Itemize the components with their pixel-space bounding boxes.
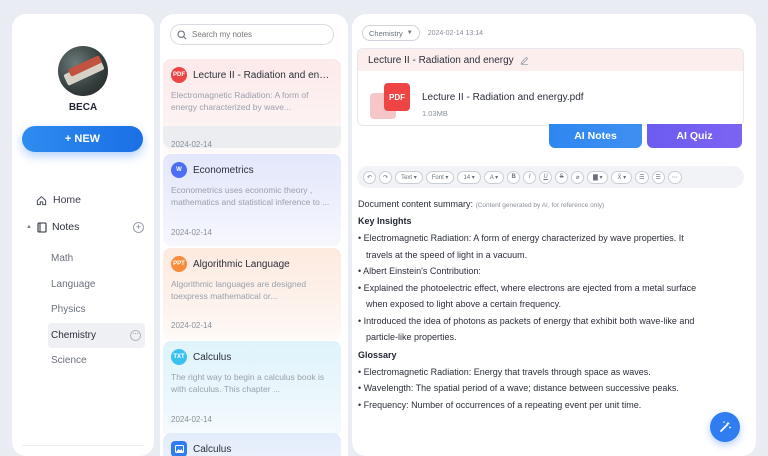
eraser-button[interactable]: ⌀	[571, 170, 585, 184]
chevron-down-icon: ▼	[406, 30, 413, 36]
note-card[interactable]: Calculus	[163, 433, 341, 456]
file-size: 1.03MB	[422, 109, 448, 118]
subject-math[interactable]: Math	[48, 246, 145, 272]
subject-language[interactable]: Language	[48, 272, 145, 298]
detail-topbar: Chemistry ▼ 2024-02-14 13:14	[362, 25, 483, 41]
document-card: Lecture II - Radiation and energy PDF Le…	[357, 48, 744, 126]
avatar[interactable]	[58, 46, 108, 96]
home-icon	[36, 195, 47, 205]
text-color-dropdown[interactable]: A ▾	[483, 170, 505, 184]
notebook-icon	[37, 221, 47, 233]
glossary-line: • Frequency: Number of occurrences of a …	[358, 399, 642, 410]
more-options-icon[interactable]: ⋯	[130, 329, 141, 341]
user-name: BECA	[68, 102, 98, 113]
italic-button[interactable]: I	[523, 170, 537, 184]
insight-line: • Electromagnetic Radiation: A form of e…	[358, 233, 684, 243]
note-excerpt: Econometrics uses economic theory , math…	[171, 185, 330, 207]
magic-wand-button[interactable]	[710, 412, 740, 442]
image-badge-icon	[171, 441, 187, 456]
sidebar: BECA + NEW Home ▲ Notes + Math Language …	[12, 14, 154, 456]
undo-button[interactable]: ↶	[363, 170, 377, 184]
note-date: 2024-02-14	[171, 415, 212, 424]
notes-list-panel: PDF Lecture II - Radiation and ene... El…	[160, 14, 348, 456]
subject-chemistry-label: Chemistry	[51, 329, 97, 341]
subscript-dropdown[interactable]: X̄ ▾	[611, 170, 633, 184]
word-badge-icon: W	[171, 162, 187, 178]
nav-notes[interactable]: ▲ Notes +	[26, 221, 144, 233]
insight-line: travels at the speed of light in a vacuu…	[366, 249, 528, 260]
highlight-dropdown[interactable]: ▇ ▾	[587, 170, 609, 184]
note-date: 2024-02-14	[171, 228, 212, 237]
note-title: Algorithmic Language	[193, 258, 290, 270]
glossary-line: • Wavelength: The spatial period of a wa…	[358, 383, 679, 393]
new-note-button[interactable]: + NEW	[22, 126, 143, 152]
note-excerpt: Algorithmic languages are designed toexp…	[171, 279, 307, 301]
note-title: Calculus	[193, 443, 232, 455]
category-select[interactable]: Chemistry ▼	[362, 25, 420, 41]
font-dropdown[interactable]: Font ▾	[425, 170, 455, 184]
summary-label: Document content summary:	[358, 199, 474, 209]
note-card[interactable]: PDF Lecture II - Radiation and ene... El…	[163, 59, 341, 169]
note-excerpt: The right way to begin a calculus book i…	[171, 372, 325, 394]
ppt-badge-icon: PPT	[171, 256, 187, 272]
glossary-title: Glossary	[358, 349, 397, 360]
subject-physics[interactable]: Physics	[48, 297, 145, 323]
magic-wand-icon	[720, 421, 731, 432]
timestamp: 2024-02-14 13:14	[427, 29, 483, 37]
font-size-dropdown[interactable]: 14 ▾	[457, 170, 481, 184]
numbered-list-button[interactable]: ☰	[651, 170, 665, 184]
search-box[interactable]	[170, 24, 334, 45]
subject-list: Math Language Physics Chemistry ⋯ Scienc…	[48, 246, 145, 374]
doc-title-strip: Lecture II - Radiation and energy	[358, 49, 743, 71]
note-date: 2024-02-14	[171, 140, 212, 149]
search-icon	[177, 29, 187, 39]
pdf-file-icon[interactable]: PDF	[370, 83, 410, 119]
pdf-file-label: PDF	[384, 83, 410, 111]
subject-science[interactable]: Science	[48, 348, 145, 374]
note-detail: Chemistry ▼ 2024-02-14 13:14 Lecture II …	[352, 14, 756, 456]
note-title: Lecture II - Radiation and ene...	[193, 69, 333, 81]
glossary-line: • Electromagnetic Radiation: Energy that…	[358, 366, 651, 377]
note-date: 2024-02-14	[171, 321, 212, 330]
nav-home-label: Home	[53, 194, 82, 206]
insight-line: particle-like properties.	[366, 332, 457, 342]
txt-badge-icon: TXT	[171, 349, 187, 365]
insight-line: • Explained the photoelectric effect, wh…	[358, 282, 697, 293]
caret-up-icon[interactable]: ▲	[26, 224, 32, 230]
note-content[interactable]: Document content summary: (Content gener…	[358, 199, 743, 413]
edit-icon[interactable]	[520, 56, 529, 65]
note-card[interactable]: PPT Algorithmic Language Algorithmic lan…	[163, 248, 341, 340]
subject-chemistry[interactable]: Chemistry ⋯	[48, 322, 145, 348]
insight-line: • Albert Einstein's Contribution:	[358, 266, 481, 276]
nav-home[interactable]: Home	[36, 194, 81, 206]
note-title: Calculus	[193, 351, 232, 363]
category-value: Chemistry	[369, 28, 403, 38]
ai-notes-button[interactable]: AI Notes	[549, 124, 642, 148]
summary-note: (Content generated by AI, for reference …	[475, 202, 605, 209]
insight-line: • Introduced the idea of photons as pack…	[358, 315, 695, 326]
text-style-dropdown[interactable]: Text ▾	[395, 170, 423, 184]
divider	[22, 445, 144, 446]
more-tools-button[interactable]: ⋯	[667, 170, 682, 184]
doc-title: Lecture II - Radiation and energy	[368, 54, 514, 66]
note-card[interactable]: W Econometrics Econometrics uses economi…	[163, 154, 341, 246]
search-input[interactable]	[192, 30, 322, 39]
insight-line: when exposed to light above a certain fr…	[366, 299, 561, 309]
bulleted-list-button[interactable]: ☰	[635, 170, 649, 184]
summary-line: Document content summary: (Content gener…	[358, 199, 743, 209]
key-insights-title: Key Insights	[358, 216, 412, 226]
nav-notes-label: Notes	[51, 221, 80, 233]
ai-quiz-button[interactable]: AI Quiz	[647, 124, 742, 148]
add-folder-icon[interactable]: +	[133, 221, 144, 233]
bold-button[interactable]: B	[507, 170, 521, 184]
note-title: Econometrics	[193, 164, 254, 176]
note-card[interactable]: TXT Calculus The right way to begin a ca…	[163, 341, 341, 437]
underline-button[interactable]: U	[539, 170, 553, 184]
pdf-badge-icon: PDF	[171, 67, 187, 83]
editor-toolbar: ↶ ↷ Text ▾ Font ▾ 14 ▾ A ▾ B I U S ⌀ ▇ ▾…	[357, 166, 744, 188]
strikethrough-button[interactable]: S	[555, 170, 569, 184]
file-name[interactable]: Lecture II - Radiation and energy.pdf	[422, 92, 584, 103]
note-excerpt: Electromagnetic Radiation: A form of ene…	[171, 90, 309, 112]
redo-button[interactable]: ↷	[379, 170, 393, 184]
